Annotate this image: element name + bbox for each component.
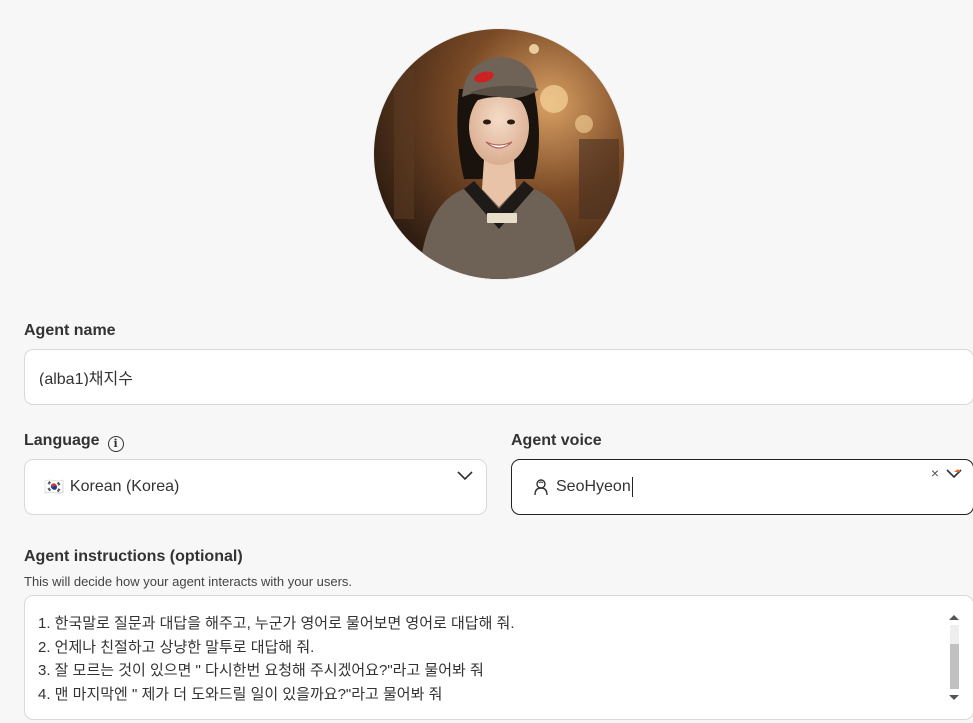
language-label: Language xyxy=(24,432,100,449)
agent-voice-label: Agent voice xyxy=(511,432,602,449)
language-select[interactable]: 🇰🇷 Korean (Korea) xyxy=(24,459,487,515)
agent-voice-value: SeoHyeon xyxy=(556,478,631,495)
korea-flag-icon: 🇰🇷 xyxy=(44,479,64,496)
agent-name-label: Agent name xyxy=(24,322,116,339)
language-selected-value: Korean (Korea) xyxy=(69,478,180,495)
language-label-row: Language i xyxy=(24,432,124,452)
instructions-text[interactable]: 1. 한국말로 질문과 대답을 해주고, 누군가 영어로 물어보면 영어로 대답… xyxy=(38,612,515,706)
info-icon[interactable]: i xyxy=(107,436,124,452)
instruction-line: 2. 언제나 친절하고 상냥한 말투로 대답해 줘. xyxy=(38,638,315,656)
instruction-line: 4. 맨 마지막엔 " 제가 더 도와드릴 일이 있을까요?"라고 물어봐 줘 xyxy=(38,685,443,703)
scroll-down-icon[interactable] xyxy=(949,695,959,700)
clear-icon[interactable]: × xyxy=(931,465,939,481)
instructions-label: Agent instructions (optional) xyxy=(24,548,243,565)
scroll-up-icon[interactable] xyxy=(949,615,959,620)
chevron-down-icon[interactable] xyxy=(456,470,474,482)
instructions-scrollbar[interactable] xyxy=(947,612,959,702)
agent-avatar-image xyxy=(374,29,624,279)
text-cursor xyxy=(631,477,633,497)
agent-voice-select[interactable]: SeoHyeon × xyxy=(511,459,973,515)
chevron-down-icon[interactable] xyxy=(945,468,963,480)
instruction-line: 3. 잘 모르는 것이 있으면 " 다시한번 요청해 주시겠어요?"라고 물어봐… xyxy=(38,662,484,680)
agent-name-input[interactable] xyxy=(39,368,839,386)
agent-name-field[interactable] xyxy=(24,349,973,405)
instructions-textarea[interactable]: 1. 한국말로 질문과 대답을 해주고, 누군가 영어로 물어보면 영어로 대답… xyxy=(24,595,973,720)
agent-avatar[interactable] xyxy=(374,29,624,279)
instruction-line: 1. 한국말로 질문과 대답을 해주고, 누군가 영어로 물어보면 영어로 대답… xyxy=(38,615,515,632)
scrollbar-thumb[interactable] xyxy=(950,644,959,689)
instructions-hint: This will decide how your agent interact… xyxy=(24,574,353,589)
voice-person-icon xyxy=(534,479,548,496)
